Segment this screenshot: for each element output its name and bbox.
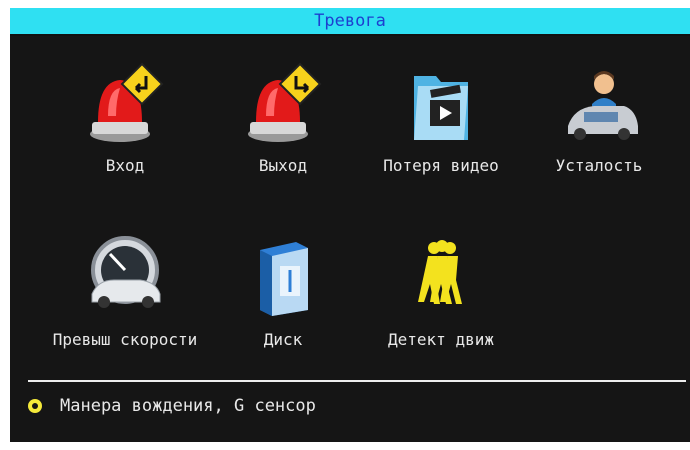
title-bar: Тревога	[10, 8, 690, 36]
video-loss-icon	[414, 76, 468, 140]
disk-icon	[260, 242, 308, 316]
driver-fatigue-icon	[568, 71, 638, 140]
alarm-output-icon	[248, 62, 322, 142]
radio-selected-icon[interactable]	[28, 399, 42, 413]
alarm-menu-screen: Тревога Вход Выход Потеря видео Усталост…	[10, 8, 690, 442]
menu-item-fatigue[interactable]: Усталость	[514, 56, 684, 191]
item-label: Детект движ	[388, 330, 494, 349]
page-title: Тревога	[314, 11, 386, 31]
option-label: Манера вождения, G сенсор	[60, 396, 316, 416]
speedometer-car-icon	[91, 236, 161, 308]
motion-detect-icon	[418, 240, 462, 304]
item-label: Усталость	[555, 156, 643, 175]
alarm-input-icon	[90, 62, 164, 142]
menu-item-motion-detect[interactable]: Детект движ	[356, 230, 526, 365]
divider	[28, 380, 686, 382]
